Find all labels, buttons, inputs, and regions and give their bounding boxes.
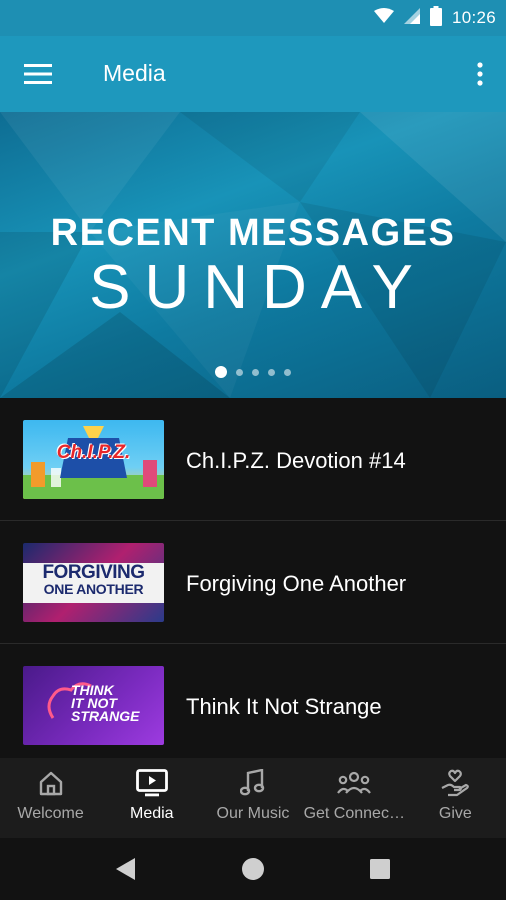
nav-label: Media xyxy=(129,805,174,822)
bottom-navigation: Welcome Media Our Music Get Connec… Give xyxy=(0,758,506,838)
nav-item-give[interactable]: Give xyxy=(405,758,506,838)
tv-play-icon xyxy=(101,768,202,798)
nav-label: Welcome xyxy=(17,805,84,822)
nav-item-welcome[interactable]: Welcome xyxy=(0,758,101,838)
page-title: Media xyxy=(103,60,166,86)
heart-hand-icon xyxy=(405,768,506,798)
home-circle-icon[interactable] xyxy=(236,852,270,886)
status-bar: 10:26 xyxy=(0,0,506,36)
banner-heading: RECENT MESSAGES xyxy=(50,212,456,254)
banner-subheading: SUNDAY xyxy=(89,253,427,322)
music-note-icon xyxy=(202,768,303,798)
nav-label: Get Connec… xyxy=(303,805,405,822)
cell-signal-icon xyxy=(403,7,420,29)
list-item[interactable]: FORGIVING ONE ANOTHER Forgiving One Anot… xyxy=(0,521,506,644)
thumbnail-image: THINK IT NOT STRANGE xyxy=(23,666,164,745)
battery-icon xyxy=(429,5,442,31)
wifi-icon xyxy=(373,7,394,29)
people-group-icon xyxy=(304,768,405,798)
thumbnail-line: STRANGE xyxy=(71,708,140,724)
nav-item-get-connected[interactable]: Get Connec… xyxy=(304,758,405,838)
media-list: Ch.I.P.Z. Ch.I.P.Z. Devotion #14 FORGIVI… xyxy=(0,398,506,767)
carousel-indicator xyxy=(0,366,506,378)
home-icon xyxy=(0,768,101,798)
thumbnail-logo-subtext: ONE ANOTHER xyxy=(43,581,144,597)
list-item[interactable]: THINK IT NOT STRANGE Think It Not Strang… xyxy=(0,644,506,767)
app-bar: Media xyxy=(0,36,506,112)
item-title: Ch.I.P.Z. Devotion #14 xyxy=(186,448,406,473)
nav-label: Give xyxy=(438,805,472,822)
recents-square-icon[interactable] xyxy=(363,852,397,886)
nav-label: Our Music xyxy=(216,805,290,822)
hamburger-menu-icon[interactable] xyxy=(18,56,58,92)
nav-item-media[interactable]: Media xyxy=(101,758,202,838)
system-navigation-bar xyxy=(0,838,506,900)
back-icon[interactable] xyxy=(109,852,143,886)
item-title: Think It Not Strange xyxy=(186,694,382,719)
clock: 10:26 xyxy=(451,8,496,27)
carousel-dot[interactable] xyxy=(252,368,259,376)
nav-item-our-music[interactable]: Our Music xyxy=(202,758,303,838)
more-options-icon[interactable] xyxy=(468,56,492,92)
carousel-dot[interactable] xyxy=(236,368,243,376)
carousel-dot[interactable] xyxy=(215,366,227,378)
thumbnail-logo-text: Ch.I.P.Z. xyxy=(56,442,131,463)
carousel-dot[interactable] xyxy=(268,368,275,376)
thumbnail-image: Ch.I.P.Z. xyxy=(23,420,164,499)
thumbnail-image: FORGIVING ONE ANOTHER xyxy=(23,543,164,622)
item-title: Forgiving One Another xyxy=(186,571,407,596)
carousel-dot[interactable] xyxy=(284,368,291,376)
thumbnail-logo-text: THINK IT NOT STRANGE xyxy=(71,683,140,724)
featured-banner[interactable]: RECENT MESSAGES SUNDAY xyxy=(0,112,506,398)
status-icons: 10:26 xyxy=(373,0,496,36)
list-item[interactable]: Ch.I.P.Z. Ch.I.P.Z. Devotion #14 xyxy=(0,398,506,521)
